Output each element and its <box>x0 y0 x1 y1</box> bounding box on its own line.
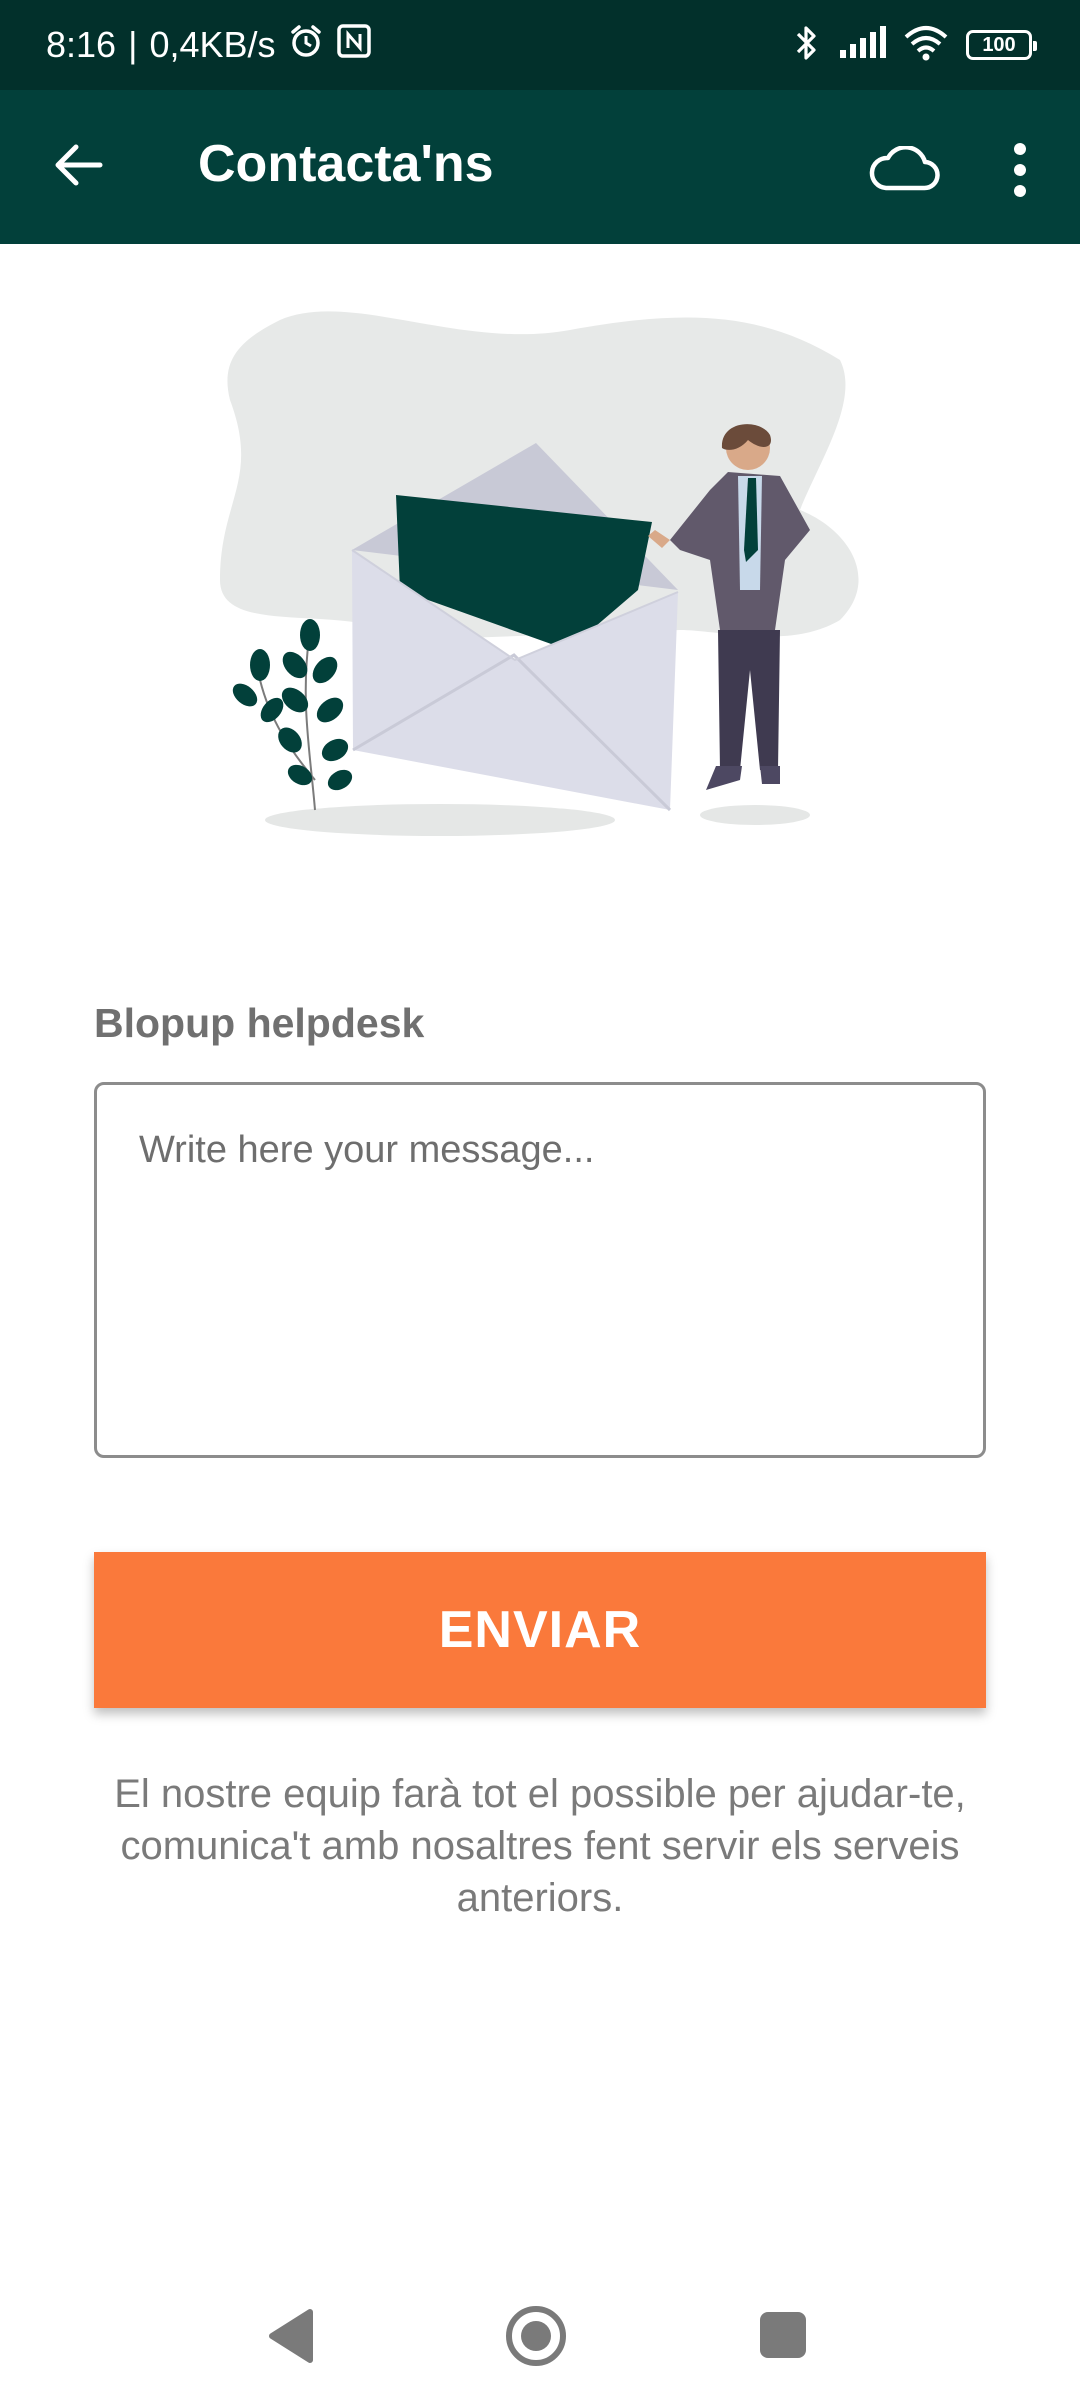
nfc-icon <box>336 23 372 68</box>
status-bar: 8:16 | 0,4KB/s 100 <box>0 0 1080 90</box>
status-right: 100 <box>792 24 1037 67</box>
page-title: Contacta'ns <box>198 135 494 193</box>
info-text: El nostre equip farà tot el possible per… <box>114 1772 966 1920</box>
nav-recents-icon[interactable] <box>760 2312 806 2358</box>
alarm-icon <box>288 23 324 68</box>
nav-home-icon[interactable] <box>504 2304 568 2368</box>
battery-icon: 100 <box>966 30 1037 60</box>
status-network-speed: 0,4KB/s <box>149 24 276 65</box>
back-arrow-icon[interactable] <box>48 130 108 200</box>
status-time: 8:16 <box>46 24 117 65</box>
contact-illustration <box>200 300 890 860</box>
signal-icon <box>838 25 886 65</box>
status-left: 8:16 | 0,4KB/s <box>46 23 372 68</box>
wifi-icon <box>904 25 948 66</box>
status-separator: | <box>128 24 138 65</box>
navigation-bar <box>0 2270 1080 2400</box>
battery-level: 100 <box>982 33 1016 56</box>
bluetooth-icon <box>792 24 820 67</box>
nav-back-icon[interactable] <box>264 2306 320 2366</box>
helpdesk-label: Blopup helpdesk <box>94 1000 425 1046</box>
message-input[interactable] <box>94 1082 986 1458</box>
cloud-icon[interactable] <box>864 134 944 204</box>
more-vert-icon[interactable] <box>1002 130 1038 210</box>
app-bar: Contacta'ns <box>0 90 1080 244</box>
send-button[interactable]: ENVIAR <box>94 1552 986 1708</box>
